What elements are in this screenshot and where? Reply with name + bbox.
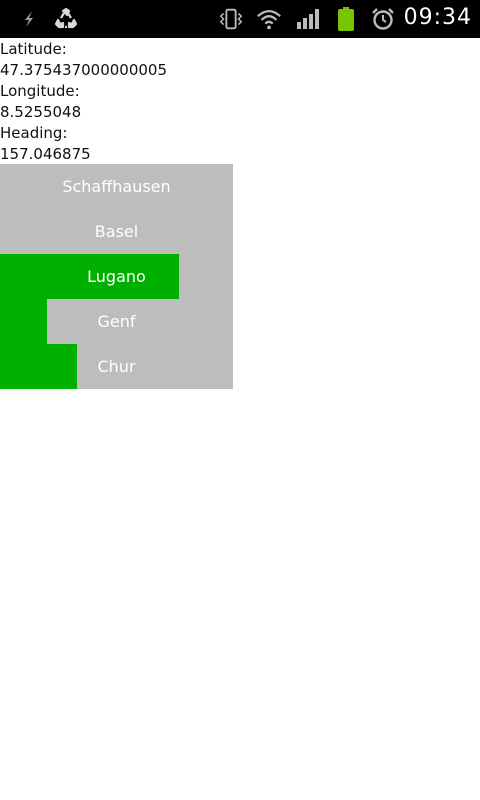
alarm-icon: [370, 7, 396, 31]
city-button-schaffhausen[interactable]: Schaffhausen: [0, 164, 233, 209]
city-button-panel: Schaffhausen Basel Lugano Genf Chur: [0, 164, 233, 389]
clock: 09:34: [403, 5, 472, 30]
city-button-basel[interactable]: Basel: [0, 209, 233, 254]
usb-debug-icon: [16, 7, 42, 31]
wifi-icon: [256, 7, 282, 31]
longitude-value: 8.5255048: [0, 103, 82, 121]
longitude-label: Longitude:: [0, 82, 80, 100]
city-button-lugano[interactable]: Lugano: [0, 254, 233, 299]
heading-value: 157.046875: [0, 145, 91, 163]
city-button-chur[interactable]: Chur: [0, 344, 233, 389]
vibrate-icon: [218, 7, 244, 31]
location-info: Latitude: 47.375437000000005 Longitude: …: [0, 39, 480, 165]
status-bar: 09:34: [0, 0, 480, 38]
recycle-icon: [53, 7, 79, 31]
city-button-genf[interactable]: Genf: [0, 299, 233, 344]
heading-label: Heading:: [0, 124, 68, 142]
signal-icon: [295, 7, 321, 31]
latitude-value: 47.375437000000005: [0, 61, 168, 79]
latitude-label: Latitude:: [0, 40, 67, 58]
battery-icon: [333, 7, 359, 31]
